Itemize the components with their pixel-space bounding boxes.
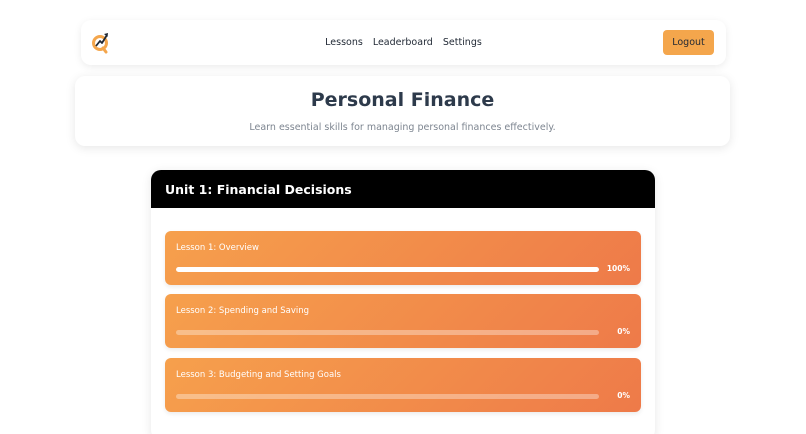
lesson-card-2[interactable]: Lesson 2: Spending and Saving 0%: [165, 294, 641, 348]
lesson-title: Lesson 3: Budgeting and Setting Goals: [176, 370, 341, 380]
lesson-progress-track: [176, 330, 599, 335]
nav-lessons-link[interactable]: Lessons: [325, 37, 363, 48]
unit-card: Unit 1: Financial Decisions Lesson 1: Ov…: [151, 170, 655, 434]
lesson-progress-track: [176, 394, 599, 399]
lesson-title: Lesson 1: Overview: [176, 243, 259, 253]
q-growth-logo-icon[interactable]: [91, 29, 111, 55]
page: Lessons Leaderboard Settings Logout Pers…: [0, 0, 806, 434]
main-nav: Lessons Leaderboard Settings: [81, 20, 726, 65]
lesson-card-3[interactable]: Lesson 3: Budgeting and Setting Goals 0%: [165, 358, 641, 412]
unit-title: Unit 1: Financial Decisions: [151, 170, 655, 208]
course-title: Personal Finance: [310, 89, 495, 111]
lesson-progress-track: [176, 267, 599, 272]
lesson-progress-fill: [176, 267, 599, 272]
lesson-progress-label: 0%: [617, 327, 630, 336]
nav-leaderboard-link[interactable]: Leaderboard: [373, 37, 433, 48]
lesson-card-1[interactable]: Lesson 1: Overview 100%: [165, 231, 641, 285]
lesson-progress-label: 100%: [606, 264, 630, 273]
top-navigation-bar: Lessons Leaderboard Settings Logout: [81, 20, 726, 65]
nav-settings-link[interactable]: Settings: [443, 37, 482, 48]
course-subtitle: Learn essential skills for managing pers…: [249, 122, 556, 133]
course-hero-card: Personal Finance Learn essential skills …: [75, 76, 730, 146]
lesson-title: Lesson 2: Spending and Saving: [176, 306, 310, 316]
lesson-progress-label: 0%: [617, 391, 630, 400]
logout-button[interactable]: Logout: [663, 30, 714, 55]
